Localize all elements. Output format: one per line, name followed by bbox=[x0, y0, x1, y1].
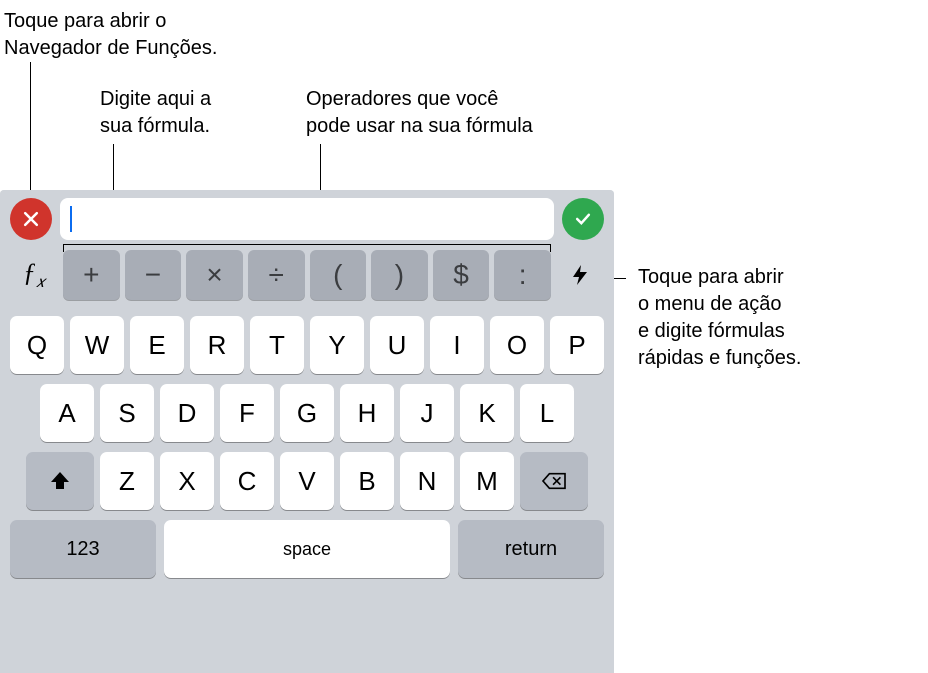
text-cursor bbox=[70, 206, 72, 232]
key-numbers[interactable]: 123 bbox=[10, 520, 156, 578]
key-shift[interactable] bbox=[26, 452, 94, 510]
key-c[interactable]: C bbox=[220, 452, 274, 510]
key-u[interactable]: U bbox=[370, 316, 424, 374]
operator-divide[interactable]: ÷ bbox=[248, 250, 305, 300]
operator-plus[interactable]: + bbox=[63, 250, 120, 300]
key-backspace[interactable] bbox=[520, 452, 588, 510]
key-a[interactable]: A bbox=[40, 384, 94, 442]
key-f[interactable]: F bbox=[220, 384, 274, 442]
operator-bracket bbox=[63, 244, 551, 252]
key-x[interactable]: X bbox=[160, 452, 214, 510]
operator-close-paren[interactable]: ) bbox=[371, 250, 428, 300]
keyboard-row-1: Q W E R T Y U I O P bbox=[6, 316, 608, 374]
quick-action-button[interactable] bbox=[556, 250, 604, 300]
callout-bolt: Toque para abrir o menu de ação e digite… bbox=[638, 264, 898, 372]
cancel-button[interactable] bbox=[10, 198, 52, 240]
key-g[interactable]: G bbox=[280, 384, 334, 442]
key-t[interactable]: T bbox=[250, 316, 304, 374]
keyboard-row-3: Z X C V B N M bbox=[6, 452, 608, 510]
key-r[interactable]: R bbox=[190, 316, 244, 374]
key-y[interactable]: Y bbox=[310, 316, 364, 374]
operator-colon[interactable]: : bbox=[494, 250, 551, 300]
operator-multiply[interactable]: × bbox=[186, 250, 243, 300]
key-q[interactable]: Q bbox=[10, 316, 64, 374]
key-d[interactable]: D bbox=[160, 384, 214, 442]
key-return[interactable]: return bbox=[458, 520, 604, 578]
formula-bar bbox=[0, 190, 614, 246]
formula-keyboard-panel: ƒ𝑥 + − × ÷ ( ) $ : Q W E R T Y U bbox=[0, 190, 614, 673]
key-i[interactable]: I bbox=[430, 316, 484, 374]
key-l[interactable]: L bbox=[520, 384, 574, 442]
operator-dollar[interactable]: $ bbox=[433, 250, 490, 300]
backspace-icon bbox=[540, 470, 568, 492]
formula-input[interactable] bbox=[60, 198, 554, 240]
keyboard-row-2: A S D F G H J K L bbox=[6, 384, 608, 442]
bolt-icon bbox=[568, 261, 592, 289]
key-o[interactable]: O bbox=[490, 316, 544, 374]
key-j[interactable]: J bbox=[400, 384, 454, 442]
function-browser-button[interactable]: ƒ𝑥 bbox=[10, 250, 58, 300]
close-icon bbox=[21, 209, 41, 229]
key-p[interactable]: P bbox=[550, 316, 604, 374]
operator-keys: + − × ÷ ( ) $ : bbox=[63, 250, 551, 300]
qwerty-keyboard: Q W E R T Y U I O P A S D F G H J K L bbox=[0, 310, 614, 598]
operator-minus[interactable]: − bbox=[125, 250, 182, 300]
check-icon bbox=[573, 209, 593, 229]
key-k[interactable]: K bbox=[460, 384, 514, 442]
key-m[interactable]: M bbox=[460, 452, 514, 510]
key-s[interactable]: S bbox=[100, 384, 154, 442]
key-space[interactable]: space bbox=[164, 520, 450, 578]
key-z[interactable]: Z bbox=[100, 452, 154, 510]
operator-open-paren[interactable]: ( bbox=[310, 250, 367, 300]
key-n[interactable]: N bbox=[400, 452, 454, 510]
callout-operators: Operadores que você pode usar na sua fór… bbox=[306, 86, 586, 140]
operator-row: ƒ𝑥 + − × ÷ ( ) $ : bbox=[0, 246, 614, 310]
key-v[interactable]: V bbox=[280, 452, 334, 510]
key-e[interactable]: E bbox=[130, 316, 184, 374]
keyboard-row-4: 123 space return bbox=[6, 520, 608, 578]
key-h[interactable]: H bbox=[340, 384, 394, 442]
callout-fx: Toque para abrir o Navegador de Funções. bbox=[4, 8, 264, 62]
key-b[interactable]: B bbox=[340, 452, 394, 510]
key-w[interactable]: W bbox=[70, 316, 124, 374]
fx-icon: ƒ𝑥 bbox=[23, 258, 45, 292]
confirm-button[interactable] bbox=[562, 198, 604, 240]
callout-formula: Digite aqui a sua fórmula. bbox=[100, 86, 280, 140]
shift-icon bbox=[48, 469, 72, 493]
